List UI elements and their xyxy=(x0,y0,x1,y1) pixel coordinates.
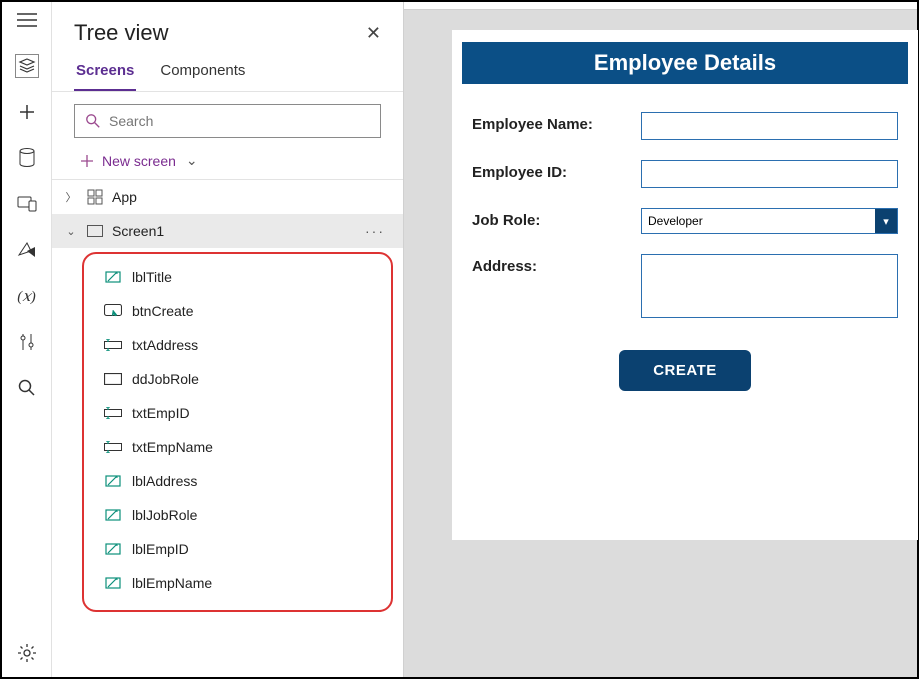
search-input[interactable] xyxy=(109,113,370,129)
address-textarea[interactable] xyxy=(641,254,898,318)
tree-child-label: lblAddress xyxy=(132,473,197,489)
tree-child-label: lblEmpName xyxy=(132,575,212,591)
shapes-icon[interactable] xyxy=(15,238,39,262)
search-icon[interactable] xyxy=(15,376,39,400)
tree-node-label: Screen1 xyxy=(112,223,164,239)
tree-child-label: lblTitle xyxy=(132,269,172,285)
empid-input[interactable] xyxy=(641,160,898,188)
jobrole-value: Developer xyxy=(648,214,703,228)
app-icon xyxy=(86,188,104,206)
tree-child-txtEmpName[interactable]: txtEmpName xyxy=(88,430,387,464)
tree-child-lblAddress[interactable]: lblAddress xyxy=(88,464,387,498)
search-box[interactable] xyxy=(74,104,381,138)
panel-tabs: Screens Components xyxy=(52,56,403,92)
layers-icon[interactable] xyxy=(15,54,39,78)
tab-components[interactable]: Components xyxy=(158,56,247,91)
tree-child-label: txtEmpName xyxy=(132,439,213,455)
address-label: Address: xyxy=(472,254,627,275)
new-screen-button[interactable]: New screen ⌄ xyxy=(52,146,403,179)
tree-child-lblEmpName[interactable]: lblEmpName xyxy=(88,566,387,600)
tree-node-label: App xyxy=(112,189,137,205)
jobrole-label: Job Role: xyxy=(472,208,627,229)
design-canvas: Employee Details Employee Name: Employee… xyxy=(404,2,917,677)
tree-child-lblTitle[interactable]: lblTitle xyxy=(88,260,387,294)
label-control-icon xyxy=(104,540,122,558)
close-icon[interactable]: ✕ xyxy=(366,23,381,44)
text-control-icon xyxy=(104,404,122,422)
tree-child-label: btnCreate xyxy=(132,303,193,319)
left-icon-rail: (𝑥) xyxy=(2,2,52,677)
tree-child-lblJobRole[interactable]: lblJobRole xyxy=(88,498,387,532)
chevron-right-icon: 〉 xyxy=(64,189,78,205)
plus-icon xyxy=(80,154,94,168)
label-control-icon xyxy=(104,268,122,286)
tree-child-txtAddress[interactable]: txtAddress xyxy=(88,328,387,362)
panel-title: Tree view xyxy=(74,20,169,46)
empname-input[interactable] xyxy=(641,112,898,140)
devices-icon[interactable] xyxy=(15,192,39,216)
label-control-icon xyxy=(104,506,122,524)
search-icon xyxy=(85,113,101,129)
form-title: Employee Details xyxy=(462,42,908,84)
chevron-down-icon: ⌄ xyxy=(64,225,78,238)
highlight-annotation: lblTitle btnCreate txtAddress ddJobRole txtE… xyxy=(82,252,393,612)
rect-control-icon xyxy=(104,370,122,388)
label-control-icon xyxy=(104,574,122,592)
tree-child-label: ddJobRole xyxy=(132,371,199,387)
gear-icon[interactable] xyxy=(15,641,39,665)
form-card: Employee Details Employee Name: Employee… xyxy=(452,30,918,540)
button-control-icon xyxy=(104,302,122,320)
text-control-icon xyxy=(104,438,122,456)
tree-child-label: lblEmpID xyxy=(132,541,189,557)
create-button[interactable]: CREATE xyxy=(619,350,751,391)
tree-child-label: lblJobRole xyxy=(132,507,197,523)
new-screen-label: New screen xyxy=(102,153,176,169)
tree-child-ddJobRole[interactable]: ddJobRole xyxy=(88,362,387,396)
text-control-icon xyxy=(104,336,122,354)
label-control-icon xyxy=(104,472,122,490)
tree-view-panel: Tree view ✕ Screens Components New scree… xyxy=(52,2,404,677)
tree-child-lblEmpID[interactable]: lblEmpID xyxy=(88,532,387,566)
tab-screens[interactable]: Screens xyxy=(74,56,136,91)
empname-label: Employee Name: xyxy=(472,112,627,133)
variable-icon[interactable]: (𝑥) xyxy=(15,284,39,308)
chevron-down-icon: ▾ xyxy=(875,209,897,233)
screen-icon xyxy=(86,222,104,240)
more-icon[interactable]: ··· xyxy=(365,223,385,239)
jobrole-select[interactable]: Developer ▾ xyxy=(641,208,898,234)
chevron-down-icon: ⌄ xyxy=(186,152,198,169)
tree-child-btnCreate[interactable]: btnCreate xyxy=(88,294,387,328)
empid-label: Employee ID: xyxy=(472,160,627,181)
tree-child-label: txtAddress xyxy=(132,337,198,353)
tree-node-app[interactable]: 〉 App xyxy=(52,180,403,214)
tree-node-screen1[interactable]: ⌄ Screen1 ··· xyxy=(52,214,403,248)
database-icon[interactable] xyxy=(15,146,39,170)
tree-child-txtEmpID[interactable]: txtEmpID xyxy=(88,396,387,430)
tree-child-label: txtEmpID xyxy=(132,405,190,421)
add-icon[interactable] xyxy=(15,100,39,124)
hamburger-icon[interactable] xyxy=(15,8,39,32)
tools-icon[interactable] xyxy=(15,330,39,354)
